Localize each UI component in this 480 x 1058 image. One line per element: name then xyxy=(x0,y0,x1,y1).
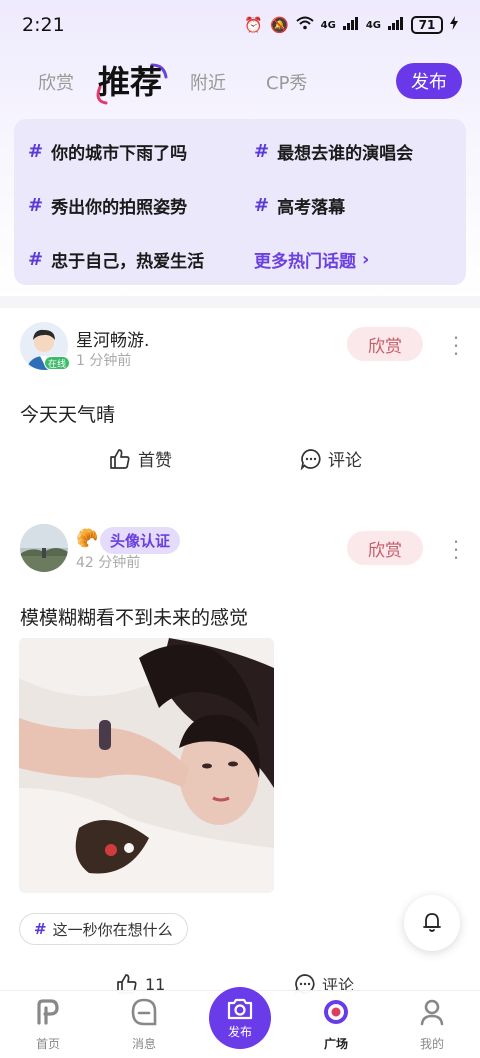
hashtag-icon: # xyxy=(28,195,44,216)
post-time: 1 分钟前 xyxy=(76,353,132,369)
battery-indicator: 71 xyxy=(411,16,443,34)
thumbs-up-icon xyxy=(110,448,130,469)
status-icons: ⏰ 🔕 4G 4G 71 xyxy=(244,16,458,34)
camera-icon xyxy=(227,998,253,1019)
bell-icon xyxy=(423,913,441,932)
tab-cp-show[interactable]: CP秀 xyxy=(266,69,307,95)
croissant-icon: 🥐 xyxy=(76,528,99,549)
signal-4g-icon: 4G xyxy=(320,19,336,31)
charging-icon xyxy=(450,16,458,34)
signal-4g-icon-2: 4G xyxy=(365,19,381,31)
appreciate-button[interactable]: 欣赏 xyxy=(347,327,423,361)
signal-bars-icon xyxy=(342,16,359,34)
nav-square[interactable]: 广场 xyxy=(301,997,371,1052)
status-bar: 2:21 ⏰ 🔕 4G 4G 71 xyxy=(0,0,480,50)
nav-publish[interactable]: 发布 xyxy=(209,987,271,1049)
more-topics-link[interactable]: 更多热门话题 › xyxy=(254,247,369,272)
tab-appreciate[interactable]: 欣赏 xyxy=(38,69,74,95)
more-options-icon[interactable]: · · · xyxy=(448,532,464,568)
alarm-icon: ⏰ xyxy=(244,16,263,34)
signal-bars-icon-2 xyxy=(388,16,404,34)
like-button[interactable]: 首赞 xyxy=(108,446,172,471)
post-time: 42 分钟前 xyxy=(76,555,141,571)
comment-button[interactable]: 评论 xyxy=(300,446,362,471)
comment-icon xyxy=(300,448,321,470)
message-icon xyxy=(131,998,157,1026)
topic-item[interactable]: # 最想去谁的演唱会 xyxy=(254,139,413,164)
appreciate-button[interactable]: 欣赏 xyxy=(347,531,423,565)
more-options-icon[interactable]: · · · xyxy=(448,328,464,364)
topic-item[interactable]: # 秀出你的拍照姿势 xyxy=(28,193,187,218)
section-divider xyxy=(0,296,480,308)
profile-icon xyxy=(420,999,444,1026)
hashtag-icon: # xyxy=(254,141,270,162)
online-badge: 在线 xyxy=(44,356,70,370)
hashtag-icon: # xyxy=(34,920,47,938)
notification-bell-button[interactable] xyxy=(404,895,460,951)
hashtag-icon: # xyxy=(28,141,44,162)
hashtag-icon: # xyxy=(254,195,270,216)
nav-home[interactable]: 首页 xyxy=(13,997,83,1052)
post-username[interactable]: 星河畅游. xyxy=(76,326,149,351)
post-image[interactable] xyxy=(19,638,274,893)
nav-profile[interactable]: 我的 xyxy=(397,997,467,1052)
post-text: 今天天气晴 xyxy=(20,404,116,426)
topic-item[interactable]: # 你的城市下雨了吗 xyxy=(28,139,187,164)
topic-item[interactable]: # 高考落幕 xyxy=(254,193,345,218)
topic-item[interactable]: # 忠于自己，热爱生活 xyxy=(28,247,204,272)
home-icon xyxy=(37,999,59,1025)
mute-icon: 🔕 xyxy=(269,16,289,34)
publish-button[interactable]: 发布 xyxy=(396,63,462,99)
hot-topics-card: # 你的城市下雨了吗 # 最想去谁的演唱会 # 秀出你的拍照姿势 # 高考落幕 … xyxy=(14,119,466,285)
status-time: 2:21 xyxy=(22,14,65,36)
avatar-verified-badge: 头像认证 xyxy=(100,527,181,554)
hashtag-icon: # xyxy=(28,249,44,270)
avatar[interactable] xyxy=(20,524,68,572)
wifi-icon xyxy=(295,16,314,34)
target-icon xyxy=(324,1000,348,1024)
chevron-right-icon: › xyxy=(362,249,370,270)
topic-chip[interactable]: # 这一秒你在想什么 xyxy=(19,913,188,945)
bottom-navigation: 首页 消息 发布 广场 我的 xyxy=(0,987,480,1058)
tab-nearby[interactable]: 附近 xyxy=(190,69,226,95)
top-tab-bar: 欣赏 推荐 附近 CP秀 发布 xyxy=(0,55,480,111)
tab-recommend[interactable]: 推荐 xyxy=(98,57,162,103)
nav-messages[interactable]: 消息 xyxy=(109,997,179,1052)
post-text: 模模糊糊看不到未来的感觉 xyxy=(20,607,249,629)
